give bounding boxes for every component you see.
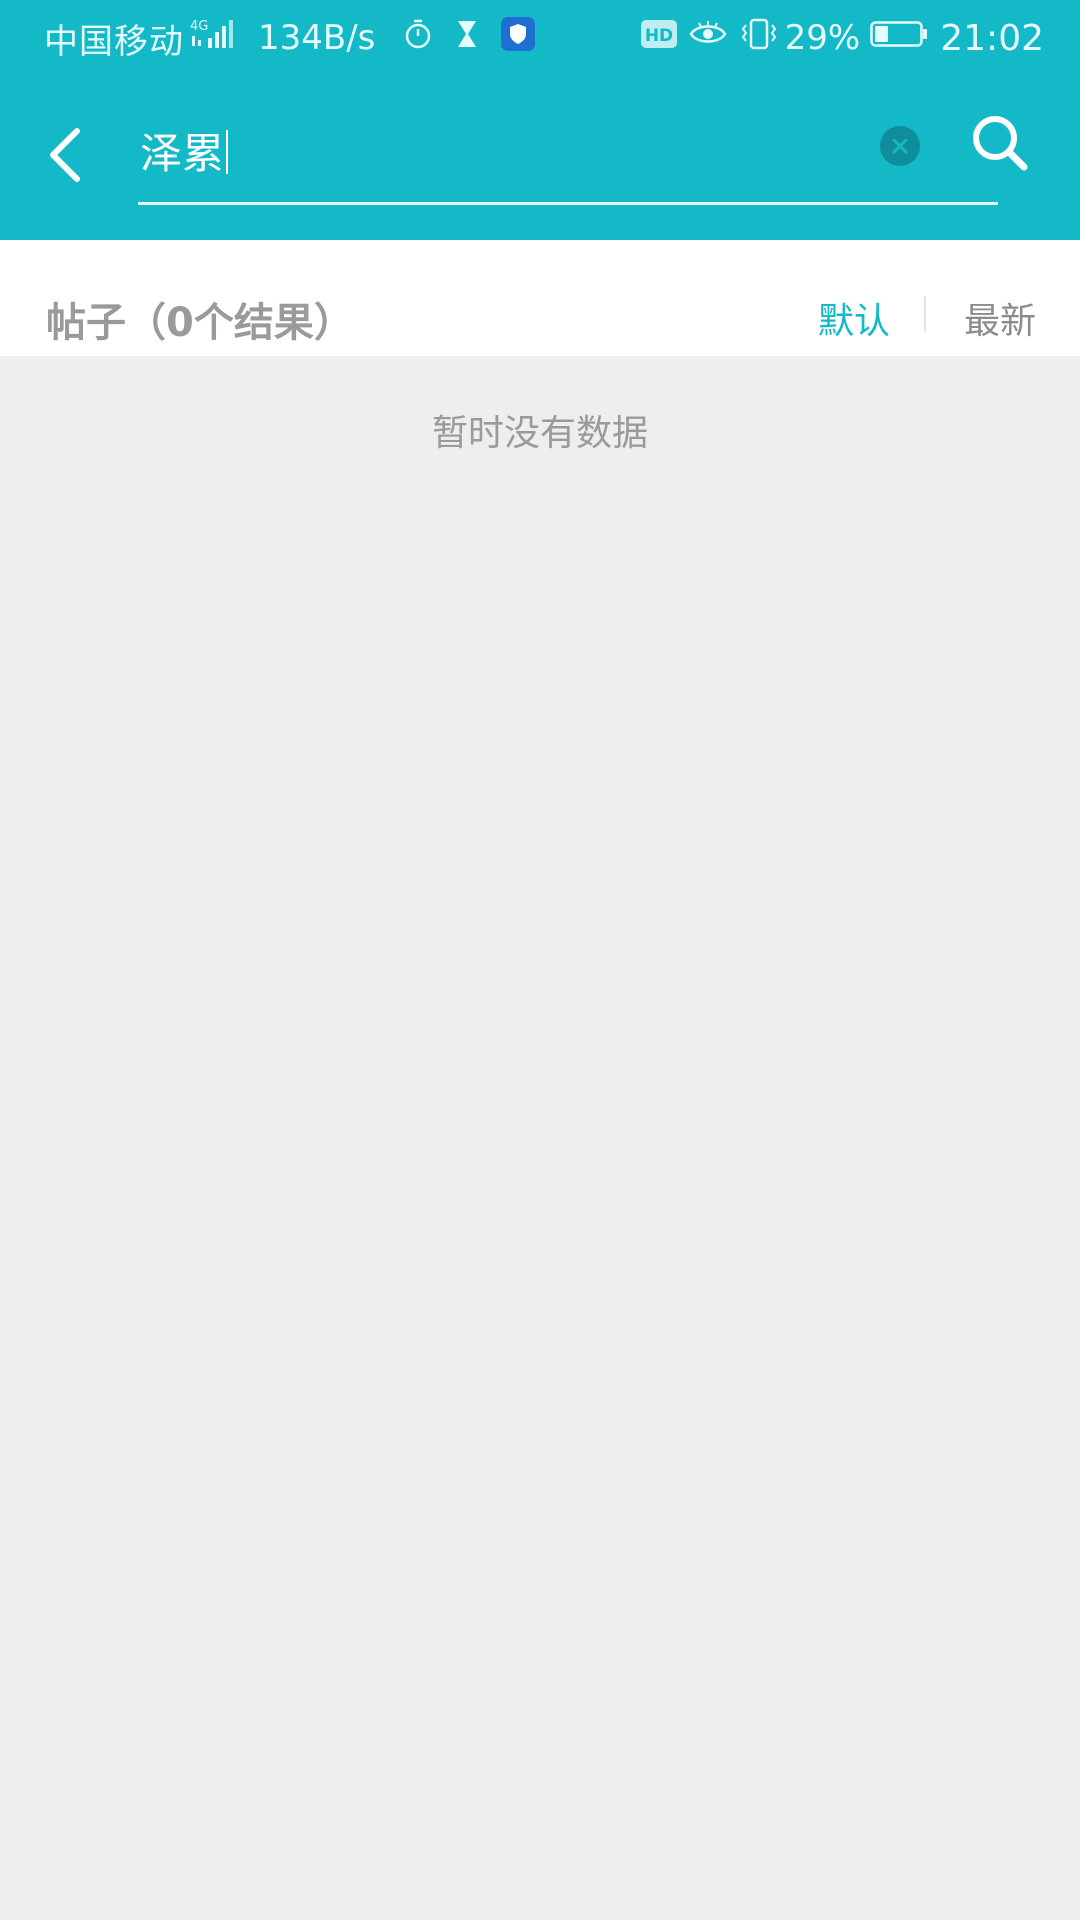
back-arrow-icon	[50, 128, 80, 182]
battery-percent: 29%	[784, 18, 861, 58]
empty-state-message: 暂时没有数据	[431, 413, 648, 454]
hd-icon: HD	[640, 18, 677, 59]
search-button[interactable]	[968, 112, 1032, 176]
results-count-title: 帖子（0个结果）	[46, 300, 354, 346]
text-caret	[226, 130, 229, 174]
signal-icon: 4G	[190, 16, 236, 61]
back-button[interactable]	[40, 120, 90, 190]
sort-default-tab[interactable]: 默认	[818, 292, 890, 344]
timer-icon	[403, 18, 433, 59]
search-input[interactable]: 泽累	[138, 110, 998, 205]
carrier-label: 中国移动	[44, 21, 184, 62]
battery-icon	[870, 18, 928, 58]
eye-icon	[689, 18, 727, 58]
results-header: 帖子（0个结果） 默认 最新	[0, 240, 1080, 356]
sort-latest-tab[interactable]: 最新	[964, 292, 1036, 344]
clear-icon	[892, 138, 908, 154]
network-speed: 134B/s	[258, 18, 376, 58]
sort-divider	[924, 296, 926, 332]
network-type-label: 4G	[190, 19, 208, 34]
clock-time: 21:02	[940, 17, 1044, 59]
hourglass-icon	[455, 18, 479, 58]
search-input-value: 泽累	[140, 129, 225, 178]
vibrate-icon	[739, 17, 779, 60]
hd-badge: HD	[645, 26, 673, 46]
status-bar: 中国移动 4G 134B/s HD 29% 21:02	[0, 0, 1080, 76]
search-icon	[973, 116, 1028, 171]
shield-app-icon	[501, 16, 536, 60]
clear-search-button[interactable]	[880, 126, 920, 166]
